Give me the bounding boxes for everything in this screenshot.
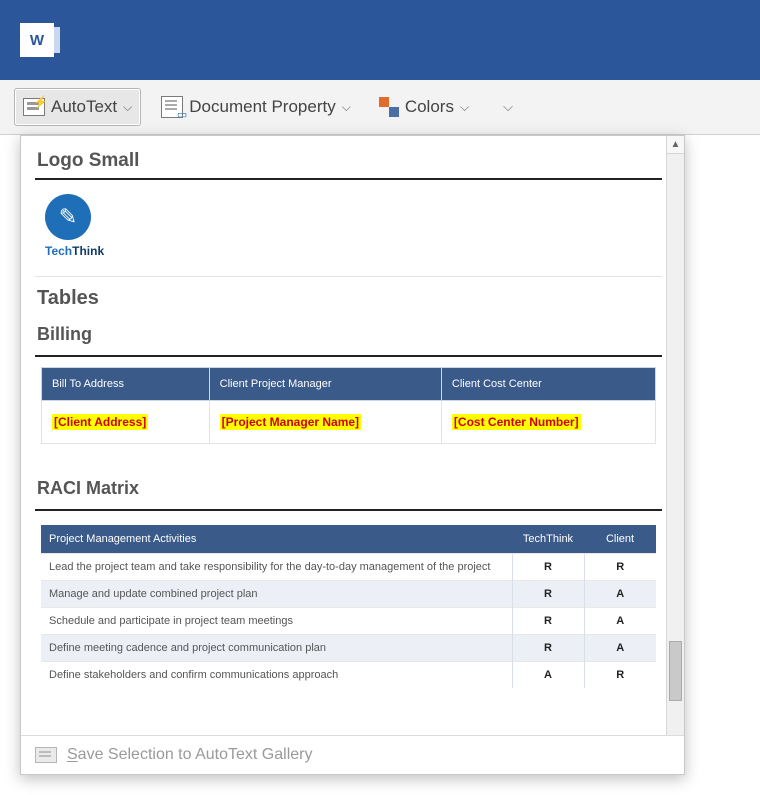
raci-activity: Define stakeholders and confirm communic… <box>41 662 512 689</box>
scroll-thumb[interactable] <box>669 641 682 701</box>
table-row: Define meeting cadence and project commu… <box>41 635 656 662</box>
raci-activity: Lead the project team and take responsib… <box>41 554 512 581</box>
word-app-icon: W <box>20 23 54 57</box>
colors-icon <box>379 97 399 117</box>
logo-brand-part-2: Think <box>72 244 104 258</box>
billing-placeholder: [Project Manager Name] <box>220 414 361 430</box>
raci-cell: A <box>584 608 656 635</box>
title-bar: W <box>0 0 760 80</box>
billing-placeholder: [Cost Center Number] <box>452 414 581 430</box>
table-row: Manage and update combined project plan … <box>41 581 656 608</box>
word-app-letter: W <box>30 32 44 49</box>
chevron-down-icon: ⌵ <box>342 100 351 115</box>
ribbon-overflow-button[interactable]: ⌵ <box>489 88 527 126</box>
raci-cell: R <box>512 554 584 581</box>
chevron-down-icon: ⌵ <box>123 100 132 115</box>
raci-activity: Define meeting cadence and project commu… <box>41 635 512 662</box>
gallery-entry-title-billing: Billing <box>37 324 662 345</box>
overflow-chevron-icon: ⌵ <box>497 99 519 115</box>
raci-cell: R <box>512 581 584 608</box>
gallery-entry-title-logo: Logo Small <box>37 150 662 172</box>
save-selection-to-autotext[interactable]: Save Selection to AutoText Gallery <box>21 735 684 774</box>
raci-header-col1: TechThink <box>512 525 584 554</box>
autotext-label: AutoText <box>51 97 117 117</box>
raci-header-activities: Project Management Activities <box>41 525 512 554</box>
gallery-entry-logo-small[interactable]: ✎ TechThink <box>35 178 662 270</box>
save-selection-label: Save Selection to AutoText Gallery <box>67 746 312 764</box>
colors-button[interactable]: Colors ⌵ <box>371 88 477 126</box>
raci-header-col2: Client <box>584 525 656 554</box>
gallery-scroll-area: ▲ Logo Small ✎ TechThink Tables Billing <box>21 136 684 735</box>
table-row: Bill To Address Client Project Manager C… <box>42 368 656 401</box>
raci-cell: A <box>512 662 584 689</box>
autotext-button[interactable]: ⚡ AutoText ⌵ <box>14 88 141 126</box>
save-gallery-icon <box>35 747 57 763</box>
scroll-up-arrow-icon[interactable]: ▲ <box>667 136 684 154</box>
document-property-button[interactable]: ▭ Document Property ⌵ <box>153 88 359 126</box>
raci-cell: R <box>584 662 656 689</box>
gallery-entry-title-raci: RACI Matrix <box>37 478 662 499</box>
chevron-down-icon: ⌵ <box>460 100 469 115</box>
gallery-category-tables: Tables <box>37 287 662 310</box>
raci-cell: A <box>584 635 656 662</box>
billing-header: Bill To Address <box>42 368 210 401</box>
billing-header: Client Cost Center <box>441 368 655 401</box>
autotext-gallery-dropdown: ▲ Logo Small ✎ TechThink Tables Billing <box>20 135 685 775</box>
raci-activity: Schedule and participate in project team… <box>41 608 512 635</box>
gallery-entry-raci[interactable]: Project Management Activities TechThink … <box>35 509 662 688</box>
colors-label: Colors <box>405 97 454 117</box>
logo-brand-part-1: Tech <box>45 244 72 258</box>
gallery-entry-billing[interactable]: Bill To Address Client Project Manager C… <box>35 355 662 452</box>
raci-cell: R <box>512 635 584 662</box>
raci-table: Project Management Activities TechThink … <box>41 525 656 688</box>
raci-activity: Manage and update combined project plan <box>41 581 512 608</box>
accelerator-letter: S <box>67 746 78 763</box>
billing-placeholder: [Client Address] <box>52 414 148 430</box>
table-row: Project Management Activities TechThink … <box>41 525 656 554</box>
document-property-label: Document Property <box>189 97 335 117</box>
raci-cell: R <box>512 608 584 635</box>
logo-brand-text: TechThink <box>45 244 104 258</box>
scrollbar[interactable]: ▲ <box>666 136 684 735</box>
table-row: Lead the project team and take responsib… <box>41 554 656 581</box>
raci-cell: A <box>584 581 656 608</box>
ribbon: ⚡ AutoText ⌵ ▭ Document Property ⌵ Color… <box>0 80 760 135</box>
autotext-icon: ⚡ <box>23 98 45 116</box>
document-property-icon: ▭ <box>161 96 183 118</box>
bulb-icon: ✎ <box>45 194 91 240</box>
table-row: Define stakeholders and confirm communic… <box>41 662 656 689</box>
save-selection-label-rest: ave Selection to AutoText Gallery <box>78 746 313 763</box>
logo-preview: ✎ TechThink <box>41 190 656 262</box>
billing-header: Client Project Manager <box>209 368 441 401</box>
raci-cell: R <box>584 554 656 581</box>
table-row: [Client Address] [Project Manager Name] … <box>42 401 656 444</box>
table-row: Schedule and participate in project team… <box>41 608 656 635</box>
divider <box>35 276 662 277</box>
billing-table: Bill To Address Client Project Manager C… <box>41 367 656 444</box>
